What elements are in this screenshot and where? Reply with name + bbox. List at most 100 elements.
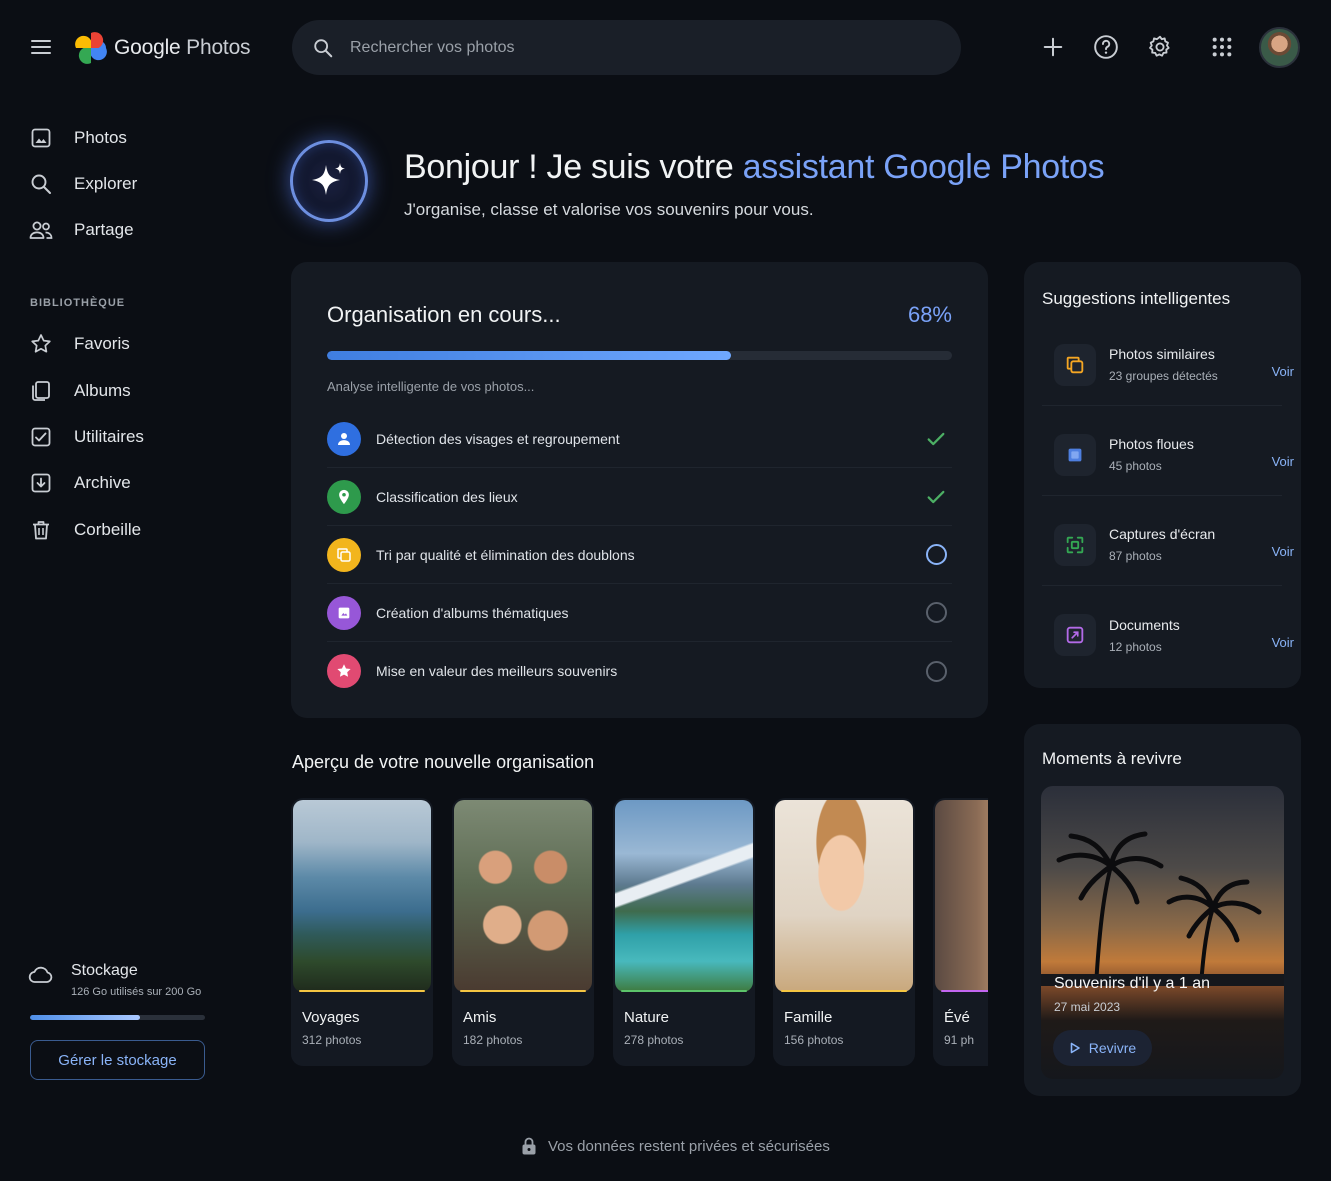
album-accent-line bbox=[299, 990, 425, 992]
search-icon bbox=[28, 171, 54, 197]
sidebar-item-photos[interactable]: Photos bbox=[28, 118, 258, 158]
blur-icon bbox=[1054, 433, 1096, 476]
memory-card[interactable]: Souvenirs d'il y a 1 an 27 mai 2023 Revi… bbox=[1041, 786, 1284, 1079]
suggestion-item[interactable]: Photos similaires 23 groupes détectés Vo… bbox=[1042, 324, 1294, 406]
suggestion-count: 12 photos bbox=[1109, 639, 1162, 654]
storage-detail: 126 Go utilisés sur 200 Go bbox=[71, 986, 202, 998]
library-section-label: BIBLIOTHÈQUE bbox=[30, 297, 126, 309]
sidebar-item-label: Explorer bbox=[74, 174, 138, 193]
search-bar[interactable] bbox=[292, 20, 961, 75]
album-card[interactable]: Famille 156 photos bbox=[773, 798, 915, 1066]
cloud-icon bbox=[28, 963, 54, 992]
album-icon bbox=[327, 595, 361, 630]
hero-title-accent: assistant Google Photos bbox=[742, 148, 1105, 186]
album-count: 156 photos bbox=[784, 1033, 844, 1047]
suggestion-name: Documents bbox=[1109, 616, 1180, 633]
apps-grid-icon bbox=[1212, 37, 1232, 57]
view-link[interactable]: Voir bbox=[1272, 364, 1294, 379]
sidebar-item-label: Albums bbox=[74, 381, 131, 400]
view-link[interactable]: Voir bbox=[1272, 544, 1294, 559]
hero-title-prefix: Bonjour ! Je suis votre bbox=[404, 148, 743, 186]
album-card[interactable]: Évé 91 ph bbox=[933, 798, 988, 1066]
person-icon bbox=[327, 421, 361, 456]
album-thumbnail bbox=[775, 800, 913, 992]
album-thumbnail bbox=[293, 800, 431, 992]
sparkle-icon bbox=[312, 163, 345, 195]
task-row: Classification des lieux bbox=[327, 468, 952, 526]
lock-icon bbox=[522, 1137, 536, 1155]
sidebar-item-label: Utilitaires bbox=[74, 427, 144, 446]
album-accent-line bbox=[941, 990, 988, 992]
avatar[interactable] bbox=[1259, 27, 1300, 68]
album-accent-line bbox=[460, 990, 586, 992]
sidebar-item-label: Favoris bbox=[74, 334, 130, 353]
album-preview-strip: Voyages 312 photos Amis 182 photos Natur… bbox=[291, 798, 988, 1066]
sidebar-item-label: Photos bbox=[74, 128, 127, 147]
sidebar-item-albums[interactable]: Albums bbox=[28, 371, 258, 411]
palm-trees-silhouette bbox=[1041, 831, 1284, 986]
album-name: Famille bbox=[784, 1009, 833, 1026]
album-count: 182 photos bbox=[463, 1033, 523, 1047]
similar-photos-icon bbox=[1054, 343, 1096, 386]
sidebar-item-archive[interactable]: Archive bbox=[28, 463, 258, 503]
star-icon bbox=[327, 654, 361, 688]
suggestion-item[interactable]: Photos floues 45 photos Voir bbox=[1042, 414, 1294, 496]
task-label: Classification des lieux bbox=[376, 488, 518, 505]
trash-icon bbox=[28, 517, 54, 543]
relive-button[interactable]: Revivre bbox=[1053, 1030, 1152, 1066]
storage-bar bbox=[30, 1015, 205, 1020]
settings-button[interactable] bbox=[1145, 32, 1175, 62]
moments-card: Moments à revivre Souvenirs d'il y a 1 a… bbox=[1024, 724, 1301, 1096]
suggestion-item[interactable]: Captures d'écran 87 photos Voir bbox=[1042, 504, 1294, 586]
photo-icon bbox=[28, 125, 54, 151]
view-link[interactable]: Voir bbox=[1272, 635, 1294, 650]
main-menu-button[interactable] bbox=[26, 32, 56, 62]
logo-photos: Photos bbox=[186, 36, 251, 59]
view-link[interactable]: Voir bbox=[1272, 454, 1294, 469]
sidebar-item-corbeille[interactable]: Corbeille bbox=[28, 510, 258, 550]
add-button[interactable] bbox=[1038, 32, 1068, 62]
sidebar-item-partage[interactable]: Partage bbox=[28, 210, 258, 250]
duplicate-icon bbox=[327, 537, 361, 572]
suggestion-item[interactable]: Documents 12 photos Voir bbox=[1042, 594, 1294, 676]
check-icon bbox=[924, 427, 948, 451]
album-accent-line bbox=[621, 990, 747, 992]
google-photos-logo[interactable]: Google Photos bbox=[74, 30, 251, 66]
sidebar-item-favoris[interactable]: Favoris bbox=[28, 324, 258, 364]
location-icon bbox=[327, 479, 361, 514]
album-thumbnail bbox=[615, 800, 753, 992]
menu-line bbox=[31, 52, 51, 54]
memory-title: Souvenirs d'il y a 1 an bbox=[1054, 975, 1211, 992]
task-row: Création d'albums thématiques bbox=[327, 584, 952, 642]
task-row: Détection des visages et regroupement bbox=[327, 410, 952, 468]
album-count: 91 ph bbox=[944, 1033, 975, 1047]
pinwheel-icon bbox=[75, 32, 107, 64]
album-card[interactable]: Nature 278 photos bbox=[613, 798, 755, 1066]
album-card[interactable]: Voyages 312 photos bbox=[291, 798, 433, 1066]
apps-button[interactable] bbox=[1207, 32, 1237, 62]
storage-info: Stockage 126 Go utilisés sur 200 Go bbox=[71, 962, 201, 998]
sidebar-item-label: Partage bbox=[74, 220, 134, 239]
organization-percent: 68% bbox=[907, 302, 952, 327]
moments-title: Moments à revivre bbox=[1042, 749, 1182, 768]
hero-subtitle: J'organise, classe et valorise vos souve… bbox=[404, 200, 814, 219]
privacy-footer: Vos données restent privées et sécurisée… bbox=[520, 1136, 830, 1156]
check-icon bbox=[924, 485, 948, 509]
storage-title: Stockage bbox=[71, 962, 138, 979]
task-row: Mise en valeur des meilleurs souvenirs bbox=[327, 642, 952, 700]
document-icon bbox=[1054, 614, 1096, 656]
album-card[interactable]: Amis 182 photos bbox=[452, 798, 594, 1066]
plus-icon bbox=[1043, 37, 1063, 57]
pending-icon bbox=[924, 601, 948, 625]
sidebar-item-utilitaires[interactable]: Utilitaires bbox=[28, 417, 258, 457]
suggestion-text: Documents 12 photos bbox=[1109, 617, 1272, 654]
manage-storage-button[interactable]: Gérer le stockage bbox=[30, 1040, 205, 1080]
search-icon bbox=[314, 38, 333, 57]
sidebar-item-explorer[interactable]: Explorer bbox=[28, 164, 258, 204]
suggestion-name: Photos similaires bbox=[1109, 346, 1215, 362]
album-count: 278 photos bbox=[624, 1033, 684, 1047]
album-name: Nature bbox=[624, 1009, 670, 1026]
sidebar-item-label: Archive bbox=[74, 473, 131, 492]
search-input[interactable] bbox=[350, 38, 910, 57]
help-button[interactable] bbox=[1091, 32, 1121, 62]
